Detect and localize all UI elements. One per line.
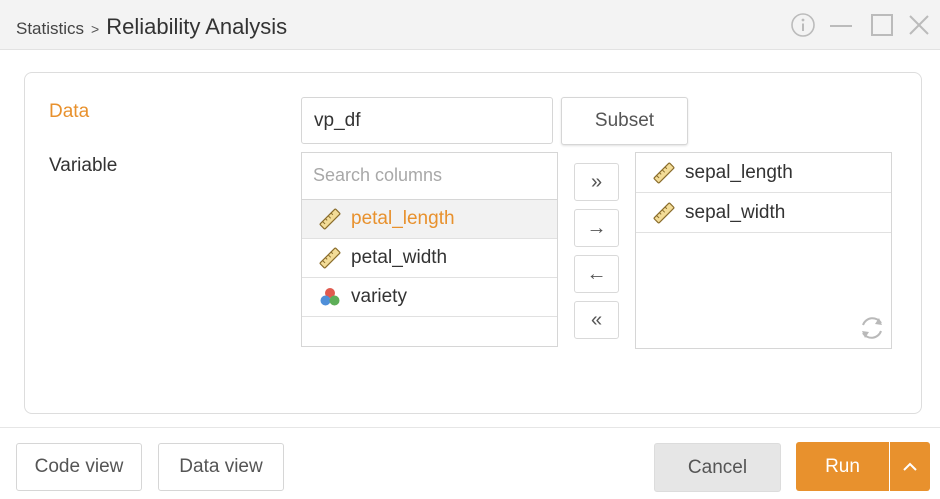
- data-view-button[interactable]: Data view: [158, 443, 284, 491]
- run-options-button[interactable]: [890, 442, 930, 491]
- ruler-icon: [319, 247, 341, 269]
- add-button[interactable]: →: [574, 209, 619, 247]
- remove-all-button[interactable]: «: [574, 301, 619, 339]
- selected-column-list: sepal_length sepal_width: [635, 152, 892, 349]
- maximize-icon[interactable]: [869, 12, 895, 38]
- column-name: sepal_length: [685, 161, 793, 183]
- ruler-icon: [653, 202, 675, 223]
- footer-divider: [0, 427, 940, 428]
- list-item[interactable]: petal_width: [302, 239, 557, 278]
- category-circles-icon: [320, 288, 340, 306]
- minimize-icon[interactable]: [828, 12, 854, 38]
- ruler-icon: [319, 208, 341, 230]
- source-column-list: Search columns petal_length petal_width: [301, 152, 558, 347]
- ruler-icon: [653, 162, 675, 183]
- info-icon[interactable]: [790, 12, 816, 38]
- variable-label: Variable: [49, 155, 118, 176]
- chevron-up-icon: [903, 462, 917, 471]
- breadcrumb-parent[interactable]: Statistics: [16, 19, 84, 39]
- data-label: Data: [49, 101, 90, 122]
- breadcrumb: Statistics > Reliability Analysis: [16, 14, 287, 40]
- column-name: variety: [351, 286, 407, 307]
- data-select[interactable]: vp_df: [301, 97, 553, 144]
- search-columns-input[interactable]: Search columns: [302, 153, 557, 200]
- list-item[interactable]: sepal_width: [636, 193, 891, 233]
- code-view-button[interactable]: Code view: [16, 443, 142, 491]
- subset-button[interactable]: Subset: [561, 97, 688, 145]
- list-item[interactable]: petal_length: [302, 200, 557, 239]
- column-name: petal_length: [351, 208, 455, 229]
- cancel-button[interactable]: Cancel: [654, 443, 781, 492]
- list-item[interactable]: variety: [302, 278, 557, 317]
- title-bar: Statistics > Reliability Analysis: [0, 0, 940, 50]
- close-icon[interactable]: [906, 12, 932, 38]
- add-all-button[interactable]: »: [574, 163, 619, 201]
- refresh-icon[interactable]: [857, 313, 887, 343]
- list-item[interactable]: sepal_length: [636, 153, 891, 193]
- breadcrumb-separator: >: [91, 21, 100, 37]
- page-title: Reliability Analysis: [106, 14, 288, 39]
- column-name: petal_width: [351, 247, 448, 268]
- remove-button[interactable]: ←: [574, 255, 619, 293]
- column-name: sepal_width: [685, 201, 786, 223]
- run-button[interactable]: Run: [796, 442, 889, 491]
